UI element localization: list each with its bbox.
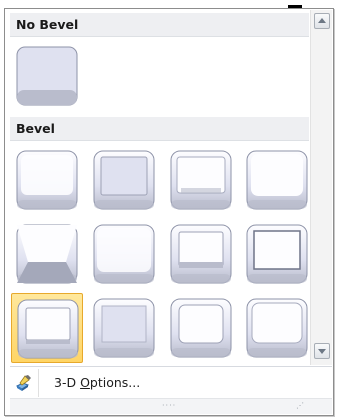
- gallery-scrollbar[interactable]: [310, 10, 332, 365]
- scroll-down-button[interactable]: [314, 343, 330, 359]
- section-header-bevel: Bevel: [10, 117, 309, 141]
- bevel-preset-hard-edge[interactable]: [165, 293, 237, 363]
- bevel-swatch: [93, 150, 155, 210]
- bevel-swatch: [170, 150, 232, 210]
- bevel-preset-circle[interactable]: [11, 145, 83, 215]
- bevel-preset-cross[interactable]: [165, 145, 237, 215]
- bevel-preset-cool-slant[interactable]: [241, 145, 313, 215]
- bevel-preset-relaxed-inset[interactable]: [88, 145, 160, 215]
- bevel-swatch: [17, 299, 79, 359]
- bevel-preset-divot[interactable]: [11, 293, 83, 363]
- bevel-swatch: [16, 150, 78, 210]
- bevel-swatch: [170, 298, 232, 358]
- bevel-preset-angle[interactable]: [11, 219, 83, 289]
- bevel-swatch: [93, 224, 155, 284]
- bevel-preset-slope[interactable]: [241, 219, 313, 289]
- bevel-swatch: [16, 46, 78, 106]
- chevron-up-icon: [318, 18, 326, 23]
- chevron-down-icon: [318, 349, 326, 354]
- bevel-preset-art-deco[interactable]: [241, 293, 313, 363]
- bevel-swatch: [246, 224, 308, 284]
- bevel-preset-riblet[interactable]: [88, 293, 160, 363]
- scroll-up-button[interactable]: [314, 13, 330, 29]
- bevel-swatch: [246, 298, 308, 358]
- footer-divider: [10, 366, 332, 367]
- bevel-preset-no-bevel[interactable]: [11, 41, 83, 111]
- resize-grip[interactable]: ···· ⋰: [10, 398, 332, 414]
- bevel-preset-soft-round[interactable]: [88, 219, 160, 289]
- menu-gutter: [38, 369, 39, 397]
- bevel-swatch: [246, 150, 308, 210]
- bevel-swatch: [170, 224, 232, 284]
- bevel-preset-convex[interactable]: [165, 219, 237, 289]
- grip-dots: ····: [162, 401, 177, 410]
- section-header-no-bevel: No Bevel: [10, 13, 309, 37]
- three-d-options-item[interactable]: 3-D Options...: [6, 369, 332, 397]
- three-d-options-icon: [15, 375, 31, 391]
- bevel-swatch: [16, 224, 78, 284]
- three-d-options-label: 3-D Options...: [54, 375, 141, 390]
- grip-dots-corner: ⋰: [296, 401, 305, 410]
- bevel-swatch: [93, 298, 155, 358]
